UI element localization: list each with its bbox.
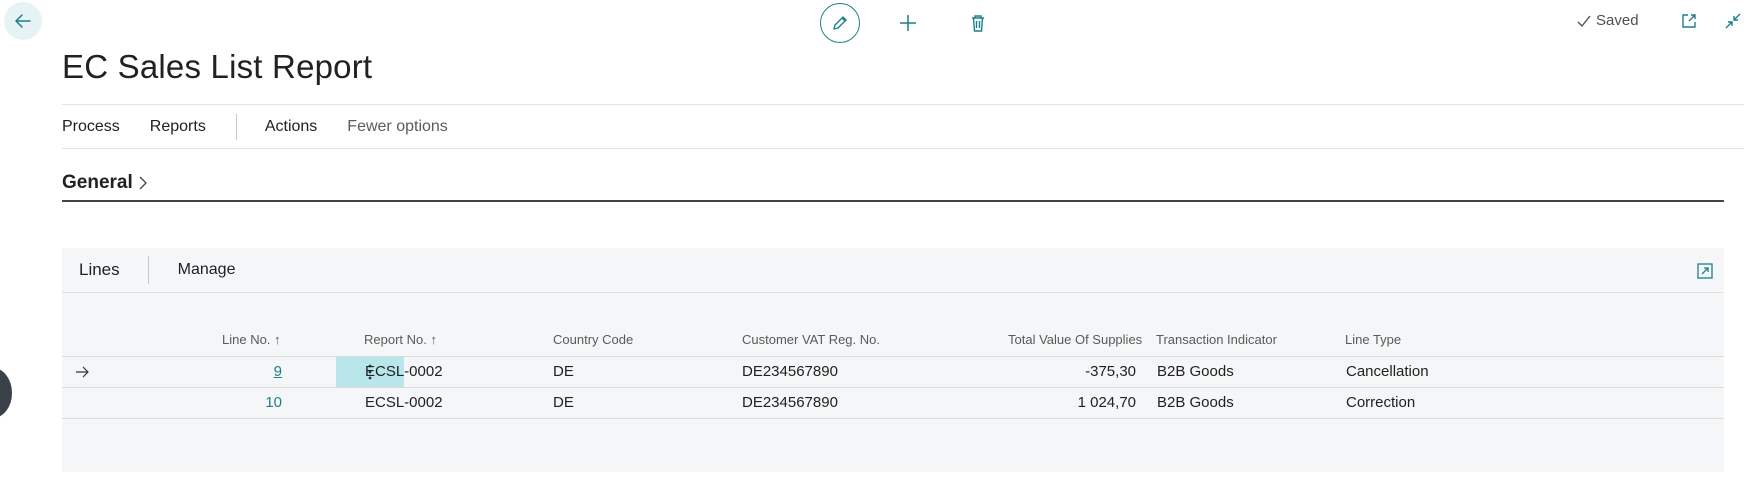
cell-line-no[interactable]: 10 [222,388,282,418]
cell-customer-vat[interactable]: DE234567890 [742,357,838,387]
chevron-right-icon [139,176,147,190]
check-icon [1577,15,1591,27]
action-bar-divider [62,104,1744,105]
cell-customer-vat[interactable]: DE234567890 [742,388,838,418]
action-process[interactable]: Process [62,118,138,136]
collapse-button[interactable] [1720,8,1746,34]
sort-ascending-icon: ↑ [430,332,438,347]
sort-ascending-icon: ↑ [274,332,281,347]
cell-line-no[interactable]: 9 [222,357,282,387]
cell-transaction-indicator[interactable]: B2B Goods [1157,388,1234,418]
column-header-report-no[interactable]: Report No. ↑ [364,332,437,347]
floating-action-button[interactable] [0,368,12,418]
lines-separator [147,256,149,284]
column-header-line-type[interactable]: Line Type [1345,332,1401,347]
action-separator [235,114,237,140]
action-bar: Process Reports Actions Fewer options [62,106,478,148]
expand-icon [1697,263,1713,279]
action-actions[interactable]: Actions [265,118,335,136]
column-header-line-no[interactable]: Line No. ↑ [222,332,281,347]
arrow-left-icon [15,14,31,28]
cell-line-type[interactable]: Cancellation [1346,357,1429,387]
pencil-icon [833,16,847,30]
cell-total-value[interactable]: -375,30 [1008,357,1136,387]
column-header-country-code[interactable]: Country Code [553,332,633,347]
column-header-customer-vat[interactable]: Customer VAT Reg. No. [742,332,880,347]
general-divider [62,200,1724,202]
lines-manage-button[interactable]: Manage [178,261,236,279]
lines-title[interactable]: Lines [79,260,120,280]
lines-part: Lines Manage Line No. ↑ Report No. ↑ Cou… [62,248,1724,472]
page-actions [820,2,1000,44]
saved-status: Saved [1576,12,1639,29]
action-reports[interactable]: Reports [150,118,224,136]
cell-transaction-indicator[interactable]: B2B Goods [1157,357,1234,387]
action-fewer-options[interactable]: Fewer options [347,118,466,136]
table-row[interactable]: 9 ECSL-0002 DE DE234567890 -375,30 B2B G… [62,357,1724,388]
window-actions [1676,8,1746,34]
cell-country-code[interactable]: DE [553,388,574,418]
action-bar-divider [62,148,1744,149]
general-label: General [62,172,133,193]
column-header-transaction-indicator[interactable]: Transaction Indicator [1156,332,1277,347]
delete-button[interactable] [956,1,1000,45]
row-selector-arrow-icon [74,357,94,387]
lines-header: Lines Manage [62,248,1724,293]
trash-icon [972,15,984,32]
expand-part-button[interactable] [1696,262,1716,282]
cell-report-no[interactable]: ECSL-0002 [365,357,443,387]
open-new-window-button[interactable] [1676,8,1702,34]
cell-total-value[interactable]: 1 024,70 [1008,388,1136,418]
table-row[interactable]: 10 ECSL-0002 DE DE234567890 1 024,70 B2B… [62,388,1724,419]
general-fasttab-header[interactable]: General [62,172,149,194]
edit-button[interactable] [820,3,860,43]
cell-line-type[interactable]: Correction [1346,388,1415,418]
collapse-icon [1725,13,1741,29]
plus-icon [900,15,916,31]
saved-label: Saved [1596,12,1639,29]
column-header-total-value[interactable]: Total Value Of Supplies [1008,332,1142,347]
page-title: EC Sales List Report [62,48,373,85]
back-button[interactable] [4,2,42,40]
cell-report-no[interactable]: ECSL-0002 [365,388,443,418]
cell-country-code[interactable]: DE [553,357,574,387]
new-button[interactable] [886,1,930,45]
open-new-window-icon [1682,14,1696,28]
